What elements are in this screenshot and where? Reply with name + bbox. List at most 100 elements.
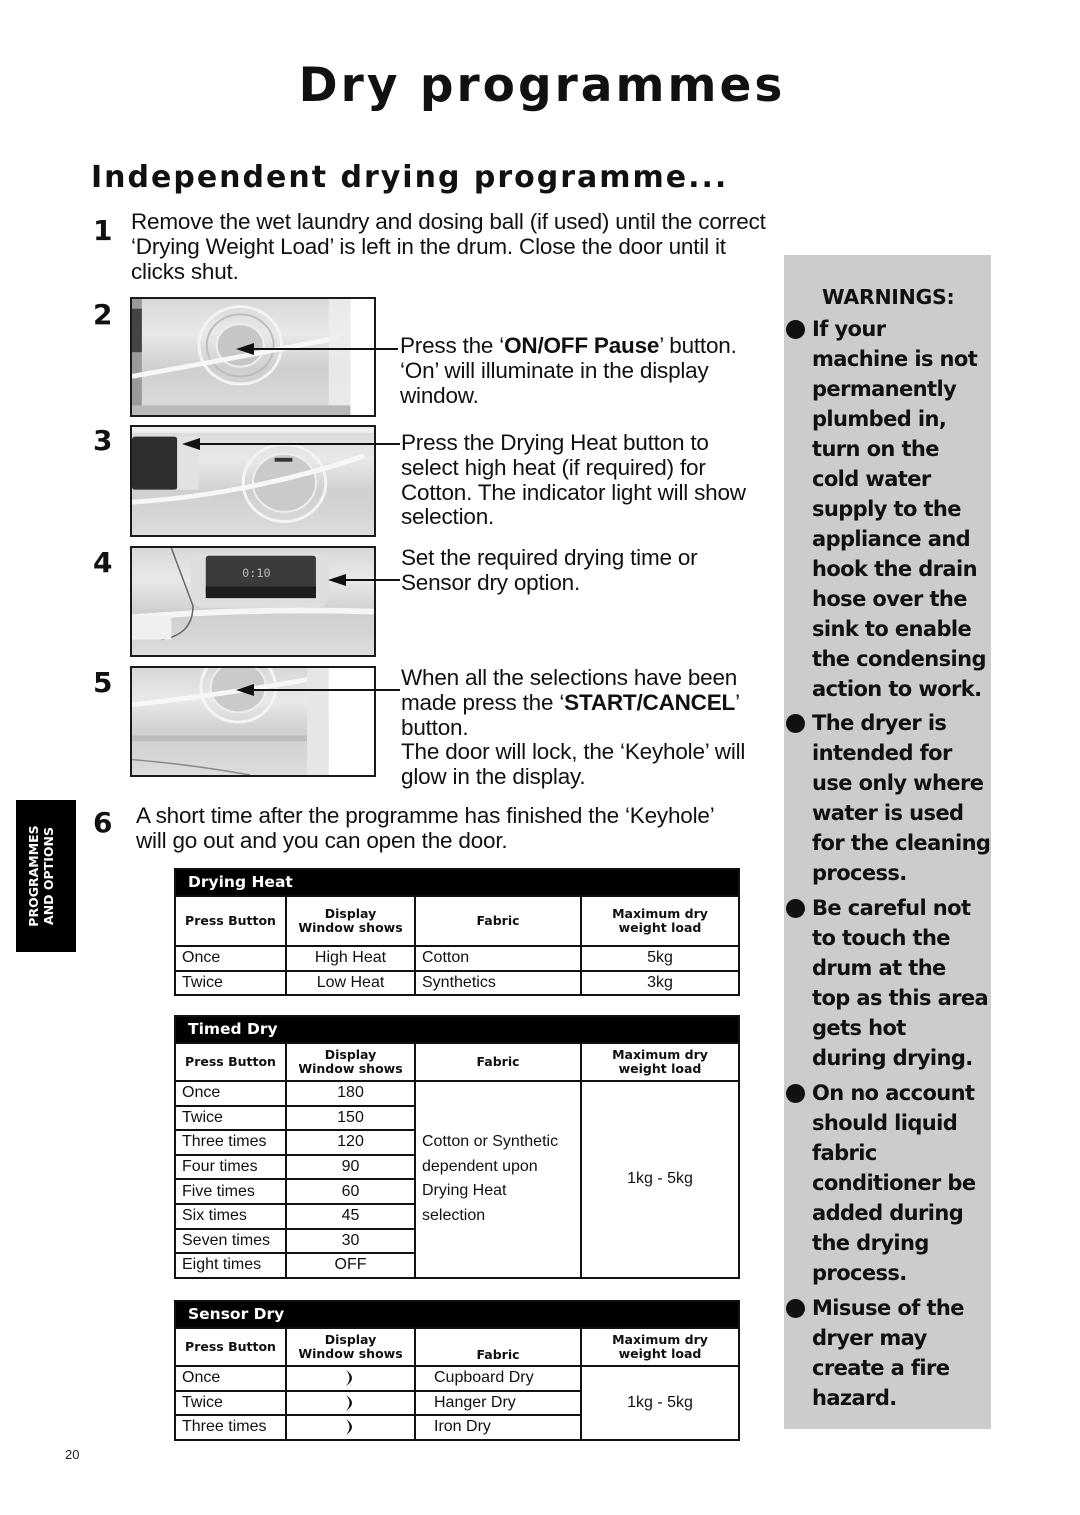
step-3-pointer-line [196,443,400,445]
bullet-icon [786,320,805,339]
fabric-line: dependent upon [422,1157,538,1175]
warning-text: Be careful not to touch the drum at the … [812,896,989,1070]
page-title: Dry programmes [298,58,786,113]
table-cell: Twice [176,1104,287,1130]
column-header: Maximum dry weight load [582,895,738,945]
table-title: Sensor Dry [176,1302,738,1327]
sensor-dry-max-load-cell: 1kg - 5kg [582,1365,738,1439]
column-header: Maximum dry weight load [582,1042,738,1080]
bullet-icon [786,899,805,918]
svg-text:0:10: 0:10 [242,566,270,580]
column-header: Press Button [176,1327,287,1365]
dryer-control-panel-display-image [130,425,376,537]
table-cell: 60 [287,1178,416,1203]
column-header: Press Button [176,895,287,945]
side-tab-label: PROGRAMMES AND OPTIONS [26,825,56,927]
table-cell: 45 [287,1202,416,1228]
table-cell [287,1389,416,1415]
step-5-number: 5 [93,666,113,699]
step-2-number: 2 [93,298,113,331]
step-1-text: Remove the wet laundry and dosing ball (… [131,209,766,284]
table-cell: 180 [287,1080,416,1105]
table-cell: Synthetics [416,969,582,995]
dryer-control-panel-start-image [130,666,376,777]
column-header: Display Window shows [287,1042,416,1080]
bullet-icon [786,1084,805,1103]
table-cell: Four times [176,1153,287,1179]
table-cell: Three times [176,1129,287,1154]
drying-heat-table: Drying Heat Press Button Display Window … [174,868,740,997]
table-cell: Three times [176,1414,287,1439]
arrow-left-icon [236,684,254,696]
table-cell: High Heat [287,945,416,970]
fabric-line: selection [422,1206,486,1224]
step-3-number: 3 [93,424,113,457]
timed-dry-fabric-cell: Cotton or Synthetic dependent upon Dryin… [416,1080,582,1277]
step-4-text: Set the required drying time or Sensor d… [401,545,698,595]
timed-dry-table: Timed Dry Press Button Display Window sh… [174,1015,740,1279]
table-cell: 5kg [582,945,738,970]
table-title: Drying Heat [176,870,738,895]
table-cell [287,1365,416,1390]
column-header: Display Window shows [287,895,416,945]
table-cell: Six times [176,1202,287,1228]
table-cell: Hanger Dry [416,1389,582,1415]
arrow-left-icon [236,343,254,355]
table-cell: Eight times [176,1252,287,1277]
warning-text: Misuse of the dryer may create a fire ha… [812,1296,965,1410]
table-cell: Seven times [176,1227,287,1253]
table-cell: 30 [287,1227,416,1253]
column-header: Fabric [416,1327,582,1365]
step-2-text: Press the ‘ON/OFF Pause’ button. ‘On’ wi… [400,333,737,408]
arrow-left-icon [182,438,200,450]
sensor-dry-table: Sensor Dry Press Button Display Window s… [174,1300,740,1441]
page-number: 20 [65,1447,80,1462]
step-2-pointer-line [250,348,398,350]
crescent-moon-icon [343,1418,359,1436]
warning-text: On no account should liquid fabric condi… [812,1081,976,1285]
table-cell: 120 [287,1129,416,1154]
step-5-text: When all the selections have been made p… [401,665,746,790]
step-3-text: Press the Drying Heat button to select h… [401,430,746,530]
column-header: Fabric [416,895,582,945]
step-5-pointer-line [252,689,400,691]
crescent-moon-icon [343,1394,359,1412]
step-6-number: 6 [93,806,113,839]
warning-text: If your machine is not permanently plumb… [812,317,986,701]
arrow-left-icon [328,574,346,586]
bullet-icon [786,714,805,733]
warning-text: The dryer is intended for use only where… [812,711,991,885]
column-header: Press Button [176,1042,287,1080]
crescent-moon-icon [343,1369,359,1387]
warnings-title: WARNINGS: [822,285,955,309]
table-cell: 150 [287,1104,416,1130]
table-cell: Twice [176,969,287,995]
column-header: Display Window shows [287,1327,416,1365]
fabric-line: Drying Heat [422,1182,507,1200]
dryer-control-panel-dial-image [130,297,376,417]
table-cell: Cotton [416,945,582,970]
dryer-display-window-image: 0:10 [130,546,376,657]
table-cell: Five times [176,1178,287,1203]
step-4-number: 4 [93,546,113,579]
table-cell: Once [176,1365,287,1390]
table-title: Timed Dry [176,1017,738,1042]
step-1-number: 1 [93,214,113,247]
table-cell: 90 [287,1153,416,1179]
column-header: Maximum dry weight load [582,1327,738,1365]
timed-dry-max-load-cell: 1kg - 5kg [582,1080,738,1277]
section-title: Independent drying programme... [91,160,729,195]
table-cell: Cupboard Dry [416,1365,582,1390]
step-6-text: A short time after the programme has fin… [136,803,714,853]
table-cell: Low Heat [287,969,416,995]
table-cell: 3kg [582,969,738,995]
table-cell: Once [176,945,287,970]
table-cell: OFF [287,1252,416,1277]
bullet-icon [786,1299,805,1318]
step-4-pointer-line [344,579,400,581]
table-cell: Once [176,1080,287,1105]
table-cell: Twice [176,1389,287,1415]
column-header: Fabric [416,1042,582,1080]
table-cell: Iron Dry [416,1414,582,1439]
fabric-line: Cotton or Synthetic [422,1133,559,1151]
